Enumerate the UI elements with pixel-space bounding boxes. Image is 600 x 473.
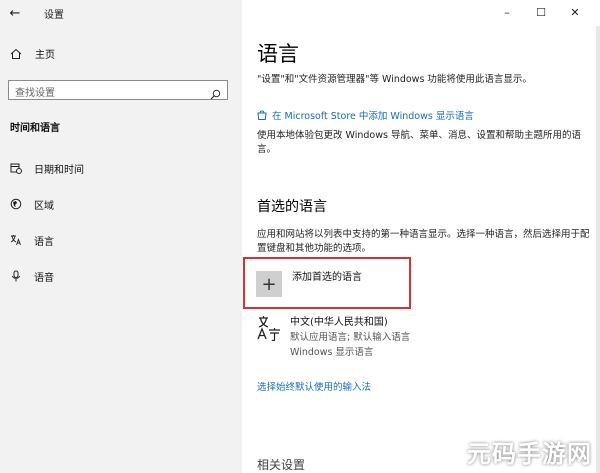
app-title: 设置 [44,9,64,21]
preferred-languages-heading: 首选的语言 [257,199,327,215]
home-icon [10,48,22,60]
home-label: 主页 [35,50,55,61]
language-settings-page: – ☐ ✕ 语言 "设置"和"文件资源管理器"等 Windows 功能将使用此语… [242,0,600,473]
search-icon[interactable] [210,85,221,100]
window-controls: – ☐ ✕ [490,4,592,20]
language-name[interactable]: 中文(中华人民共和国) [290,313,388,328]
language-usage: 默认应用语言; 默认输入语言 [290,332,411,343]
minimize-button[interactable]: – [490,4,524,20]
settings-sidebar: ← 设置 主页 查找设置 时间和语言 日期和时间 区域 语言 语音 [0,0,242,473]
microphone-icon [10,270,22,282]
language-display-note: Windows 显示语言 [290,347,374,358]
scrollbar[interactable] [596,26,600,473]
store-add-language-link[interactable]: 在 Microsoft Store 中添加 Windows 显示语言 [257,108,474,122]
add-language-label[interactable]: 添加首选的语言 [292,268,362,283]
default-input-method-link[interactable]: 选择始终默认使用的输入法 [257,379,371,393]
sidebar-item-language[interactable]: 语言 [10,232,54,248]
page-title: 语言 [257,42,299,66]
sidebar-item-label: 日期和时间 [34,164,84,176]
sidebar-item-speech[interactable]: 语音 [10,268,54,284]
store-icon [257,110,267,120]
back-button[interactable]: ← [0,0,30,26]
local-experience-description: 使用本地体验包更改 Windows 导航、菜单、消息、设置和帮助主题所用的语言。 [257,130,581,155]
display-language-description: "设置"和"文件资源管理器"等 Windows 功能将使用此语言显示。 [257,74,532,85]
sidebar-item-label: 语言 [34,236,54,248]
related-settings-heading: 相关设置 [257,458,306,472]
sidebar-item-label: 语音 [34,272,54,284]
preferred-languages-description: 应用和网站将以列表中支持的第一种语言显示。选择一种语言，然后选择用于配置键盘和其… [257,229,590,254]
sidebar-item-region[interactable]: 区域 [10,196,54,212]
language-icon [10,234,22,246]
store-link-label[interactable]: 在 Microsoft Store 中添加 Windows 显示语言 [272,108,474,122]
search-input[interactable]: 查找设置 [8,80,228,100]
search-placeholder: 查找设置 [15,88,55,99]
sidebar-item-date-time[interactable]: 日期和时间 [10,160,84,176]
sidebar-item-home[interactable]: 主页 [10,46,55,61]
calendar-clock-icon [10,162,22,174]
sidebar-item-label: 区域 [34,200,54,212]
plus-icon: + [261,273,277,295]
maximize-button[interactable]: ☐ [524,4,558,20]
globe-region-icon [10,198,22,210]
add-language-button[interactable]: + [256,271,282,297]
language-glyph-icon [257,315,281,342]
close-button[interactable]: ✕ [558,4,592,20]
watermark: 元码手游网 [467,440,592,468]
sidebar-section-title: 时间和语言 [10,123,60,134]
title-bar: ← 设置 [0,0,242,26]
